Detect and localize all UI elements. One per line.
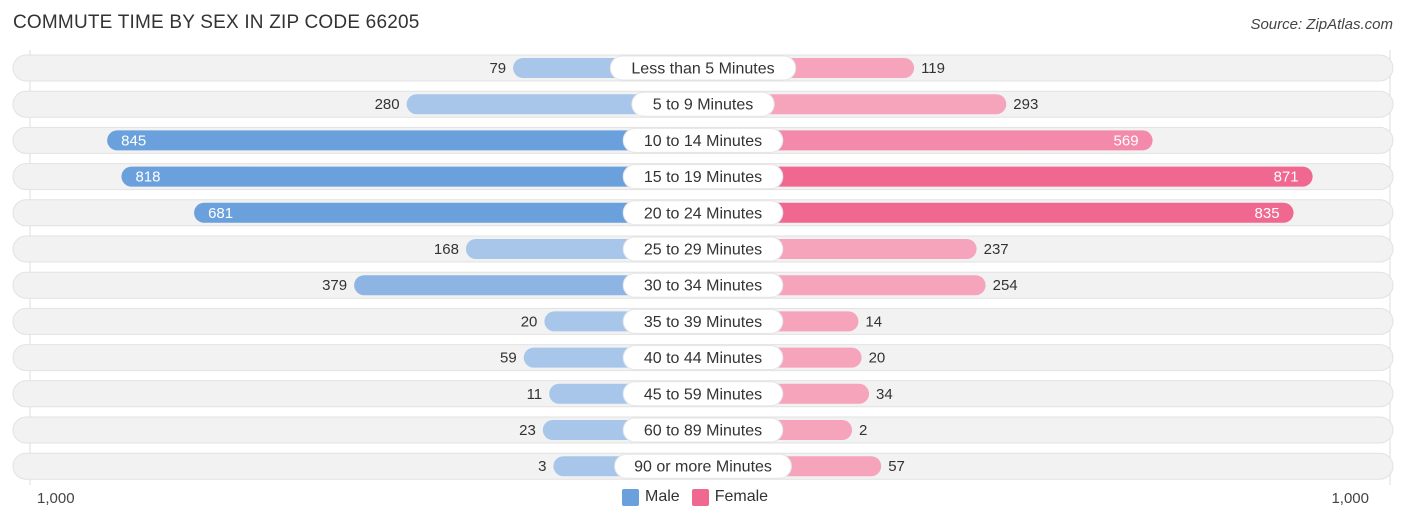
value-label-female: 254: [993, 277, 1018, 294]
legend-label-female: Female: [714, 488, 769, 505]
value-label-female: 569: [1114, 132, 1139, 149]
legend-item-male: Male: [622, 488, 680, 506]
value-label-male: 79: [489, 60, 506, 77]
value-label-male: 11: [527, 386, 543, 403]
bar-female: [703, 166, 1313, 187]
value-label-male: 59: [500, 350, 517, 367]
value-label-female: 14: [865, 313, 882, 330]
bar-male: [121, 166, 703, 187]
value-label-male: 280: [375, 96, 400, 113]
chart-area: 79 119 Less than 5 Minutes 280 293 5 to 9 Min…: [12, 50, 1394, 485]
category-label: Less than 5 Minutes: [631, 61, 774, 78]
category-label: 5 to 9 Minutes: [653, 97, 754, 114]
value-label-female: 237: [984, 241, 1009, 258]
value-label-male: 818: [135, 169, 160, 186]
category-label: 90 or more Minutes: [634, 459, 772, 476]
category-label: 40 to 44 Minutes: [644, 350, 762, 367]
category-label: 25 to 29 Minutes: [644, 242, 762, 259]
legend-swatch-male: [622, 488, 639, 506]
legend-item-female: Female: [691, 488, 769, 506]
value-label-male: 23: [519, 422, 536, 439]
value-label-male: 3: [538, 458, 546, 475]
value-label-male: 20: [521, 313, 538, 330]
value-label-female: 20: [869, 350, 886, 367]
axis-label-right: 1,000: [1331, 490, 1369, 507]
value-label-male: 681: [208, 205, 233, 222]
category-label: 10 to 14 Minutes: [644, 133, 762, 150]
category-label: 60 to 89 Minutes: [644, 423, 762, 440]
value-label-female: 871: [1274, 169, 1299, 186]
value-label-male: 379: [322, 277, 347, 294]
legend-label-male: Male: [645, 488, 680, 505]
category-label: 20 to 24 Minutes: [644, 205, 762, 222]
value-label-male: 845: [121, 132, 146, 149]
axis-label-left: 1,000: [37, 490, 75, 507]
bar-female: [703, 202, 1294, 223]
value-label-female: 835: [1255, 205, 1280, 222]
value-label-female: 34: [876, 386, 893, 403]
category-label: 30 to 34 Minutes: [644, 278, 762, 295]
value-label-female: 57: [888, 458, 905, 475]
value-label-female: 2: [859, 422, 867, 439]
category-label: 35 to 39 Minutes: [644, 314, 762, 331]
bar-male: [107, 130, 703, 151]
value-label-female: 293: [1013, 96, 1038, 113]
legend-swatch-female: [691, 488, 709, 506]
category-label: 45 to 59 Minutes: [644, 386, 762, 403]
legend: Male Female: [622, 488, 780, 506]
value-label-male: 168: [434, 241, 459, 258]
category-label: 15 to 19 Minutes: [644, 169, 762, 186]
value-label-female: 119: [921, 60, 945, 77]
